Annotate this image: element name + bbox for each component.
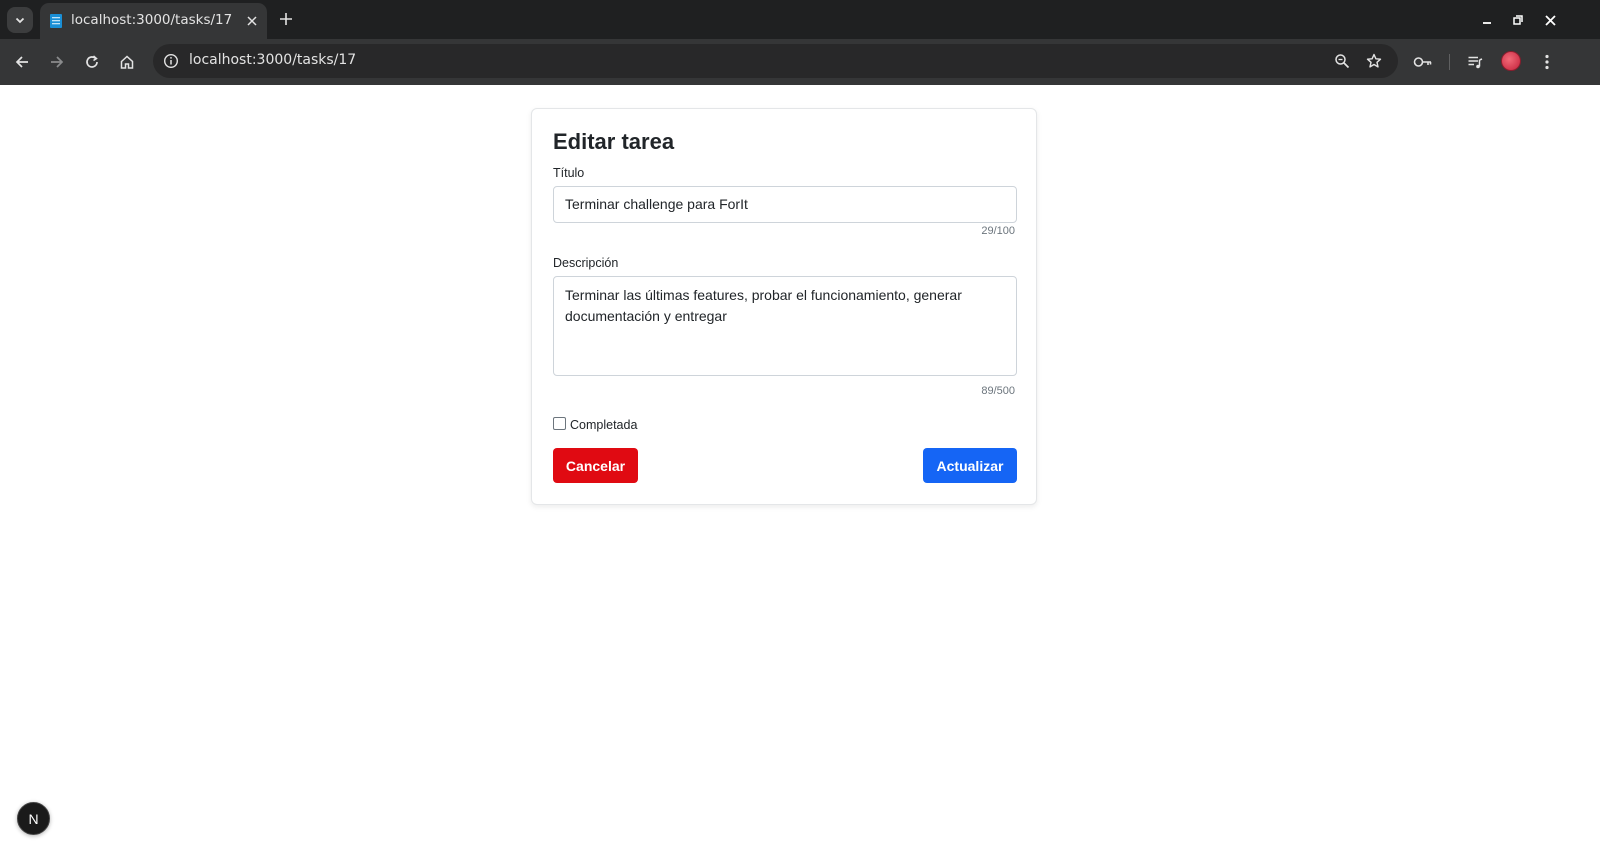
browser-tab-strip: localhost:3000/tasks/17 (0, 0, 1600, 39)
browser-toolbar: localhost:3000/tasks/17 (0, 39, 1600, 85)
kebab-menu-icon (1545, 54, 1549, 70)
url-text[interactable]: localhost:3000/tasks/17 (189, 52, 356, 68)
edit-task-card: Editar tarea Título Terminar challenge p… (531, 108, 1037, 505)
back-button[interactable] (10, 50, 34, 74)
title-char-counter: 29/100 (981, 225, 1015, 237)
browser-tab[interactable]: localhost:3000/tasks/17 (40, 3, 267, 39)
home-button[interactable] (115, 50, 139, 74)
close-icon (1544, 14, 1556, 26)
page-title: Editar tarea (553, 129, 675, 154)
tab-close-button[interactable] (243, 12, 261, 30)
toolbar-divider (1449, 54, 1450, 70)
title-input[interactable]: Terminar challenge para ForIt (553, 186, 1017, 223)
restore-button[interactable] (1508, 10, 1528, 30)
bookmark-button[interactable] (1364, 51, 1384, 71)
description-textarea[interactable]: Terminar las últimas features, probar el… (553, 276, 1017, 376)
window-close-button[interactable] (1540, 10, 1560, 30)
chevron-down-icon (15, 17, 25, 24)
description-label: Descripción (553, 256, 619, 270)
key-icon (1413, 57, 1432, 67)
description-char-counter: 89/500 (981, 385, 1015, 397)
star-icon (1366, 53, 1382, 68)
minimize-icon (1483, 22, 1491, 24)
completed-label[interactable]: Completada (570, 418, 637, 432)
zoom-icon (1335, 54, 1350, 69)
tab-title: localhost:3000/tasks/17 (71, 12, 233, 28)
info-icon (163, 53, 179, 69)
update-button[interactable]: Actualizar (923, 448, 1017, 483)
zoom-button[interactable] (1332, 51, 1352, 71)
password-manager-button[interactable] (1411, 50, 1435, 74)
minimize-button[interactable] (1477, 10, 1497, 30)
completed-checkbox[interactable] (553, 417, 566, 430)
reload-button[interactable] (80, 50, 104, 74)
forward-button[interactable] (45, 50, 69, 74)
browser-menu-button[interactable] (1535, 50, 1559, 74)
completed-checkbox-row: Completada (553, 415, 637, 432)
close-icon (247, 16, 257, 26)
media-control-button[interactable] (1463, 50, 1487, 74)
home-icon (120, 55, 134, 69)
favicon-icon (50, 14, 62, 28)
site-info-button[interactable] (161, 51, 181, 71)
tab-search-button[interactable] (7, 7, 33, 33)
avatar[interactable] (1501, 51, 1521, 71)
cancel-button[interactable]: Cancelar (553, 448, 638, 483)
reload-icon (86, 55, 98, 68)
back-arrow-icon (15, 56, 28, 68)
new-tab-button[interactable] (276, 9, 296, 29)
title-label: Título (553, 166, 585, 180)
nextjs-dev-indicator[interactable]: N (17, 802, 50, 835)
address-bar[interactable]: localhost:3000/tasks/17 (153, 44, 1398, 78)
media-control-icon (1468, 56, 1483, 69)
forward-arrow-icon (51, 56, 64, 68)
restore-icon (1513, 15, 1523, 25)
plus-icon (280, 13, 292, 25)
